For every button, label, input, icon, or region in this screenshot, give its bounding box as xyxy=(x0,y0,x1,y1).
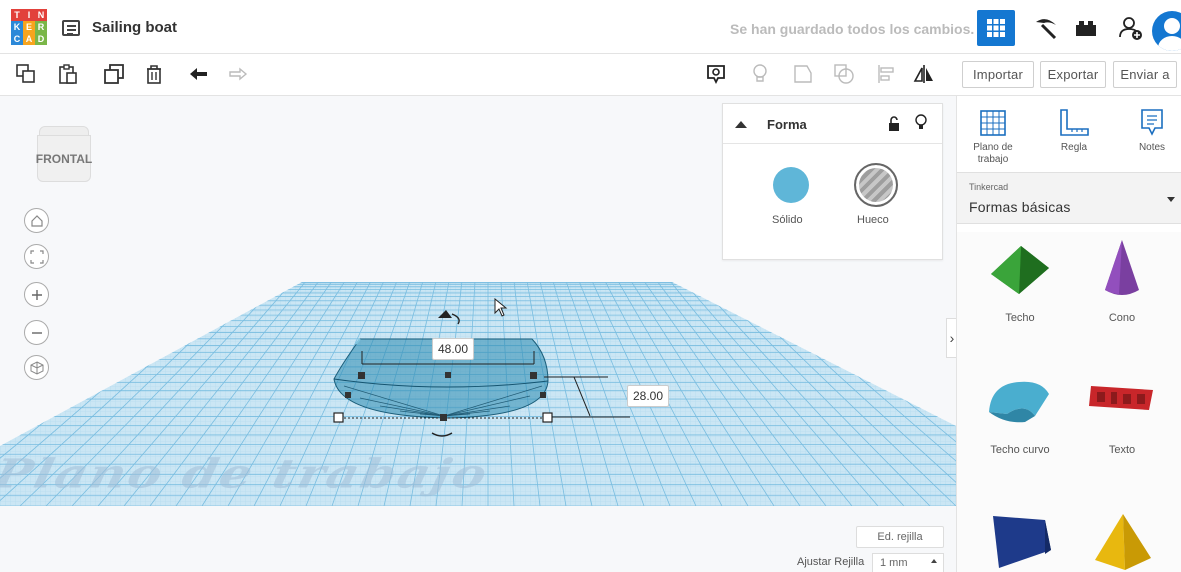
logo-letter: R xyxy=(35,21,47,33)
caret-up-icon xyxy=(931,559,937,563)
box-shape-icon xyxy=(993,516,1051,568)
width-dimension-field[interactable]: 48.00 xyxy=(432,338,474,360)
hole-label: Hueco xyxy=(857,214,889,226)
user-add-icon[interactable] xyxy=(1112,10,1150,46)
notes-tool-label: Notes xyxy=(1138,142,1166,153)
ruler-tool[interactable]: Regla xyxy=(1046,108,1102,154)
collapse-caret-icon[interactable] xyxy=(735,121,747,128)
workplane-icon xyxy=(980,110,1006,136)
shape-label: Texto xyxy=(1108,444,1136,456)
workplane-tool[interactable]: Plano de trabajo xyxy=(965,108,1021,166)
notes-toggle-icon[interactable] xyxy=(704,62,728,86)
ungroup-icon[interactable] xyxy=(832,62,856,86)
shape-text[interactable]: Texto xyxy=(1072,372,1172,456)
ruler-tool-label: Regla xyxy=(1060,142,1088,153)
shape-label: Techo curvo xyxy=(990,444,1050,456)
height-dimension-field[interactable]: 28.00 xyxy=(627,385,669,407)
delete-icon[interactable] xyxy=(142,62,166,86)
duplicate-icon[interactable] xyxy=(102,62,126,86)
solid-color-swatch[interactable] xyxy=(773,167,809,203)
grid-view-icon[interactable] xyxy=(977,10,1015,46)
fit-view-icon[interactable] xyxy=(24,244,49,269)
notes-tool[interactable]: Notes xyxy=(1124,108,1180,154)
edit-grid-button[interactable]: Ed. rejilla xyxy=(856,526,944,548)
solid-label: Sólido xyxy=(772,214,803,226)
send-to-button[interactable]: Enviar a xyxy=(1113,61,1177,88)
view-cube-face[interactable]: FRONTAL xyxy=(36,135,92,182)
logo-letter: K xyxy=(11,21,23,33)
logo-letter: E xyxy=(23,21,35,33)
shape-library-panel: Plano de trabajo Regla Notes Tinkercad F… xyxy=(956,96,1181,572)
shape-box[interactable] xyxy=(970,510,1070,572)
light-bulb-icon[interactable] xyxy=(748,62,772,86)
edit-toolbar: Importar Exportar Enviar a xyxy=(0,54,1181,96)
zoom-out-icon[interactable] xyxy=(24,320,49,345)
logo-letter: N xyxy=(35,9,47,21)
snap-grid-label: Ajustar Rejilla xyxy=(797,556,865,568)
top-bar: TINKERCAD Sailing boat Se han guardado t… xyxy=(0,0,1181,54)
copy-icon[interactable] xyxy=(14,62,38,86)
chevron-down-icon xyxy=(1167,197,1175,202)
text-shape-icon xyxy=(1089,386,1153,410)
import-button[interactable]: Importar xyxy=(962,61,1034,88)
project-menu-icon[interactable] xyxy=(62,20,80,36)
mirror-icon[interactable] xyxy=(912,62,936,86)
redo-icon[interactable] xyxy=(226,62,250,86)
logo-letter: I xyxy=(23,9,35,21)
cone-shape-icon xyxy=(1105,240,1139,295)
pyramid-shape-icon xyxy=(1095,514,1151,570)
shape-cone[interactable]: Cono xyxy=(1072,238,1172,324)
align-icon[interactable] xyxy=(874,62,898,86)
snap-grid-value: 1 mm xyxy=(880,557,908,569)
shape-label: Cono xyxy=(1108,312,1136,324)
hole-swatch[interactable] xyxy=(854,163,898,207)
collapse-panel-button[interactable]: › xyxy=(946,318,956,358)
library-source: Tinkercad xyxy=(969,182,1009,192)
shape-list: Techo Cono Techo curvo Texto xyxy=(957,232,1181,572)
perspective-icon[interactable] xyxy=(24,355,49,380)
shape-inspector-title: Forma xyxy=(767,117,807,132)
brick-icon[interactable] xyxy=(1067,10,1105,46)
pickaxe-icon[interactable] xyxy=(1027,10,1065,46)
notes-icon xyxy=(1141,109,1163,136)
library-category-select[interactable]: Tinkercad Formas básicas xyxy=(957,172,1181,224)
snap-grid-select[interactable]: 1 mm xyxy=(872,553,944,572)
workplane-label: Plano de trabajo xyxy=(0,450,493,498)
undo-icon[interactable] xyxy=(186,62,210,86)
shape-curved-roof[interactable]: Techo curvo xyxy=(970,372,1070,456)
project-title[interactable]: Sailing boat xyxy=(92,19,177,36)
logo-letter: T xyxy=(11,9,23,21)
lock-icon[interactable] xyxy=(887,115,901,133)
logo-letter: A xyxy=(23,33,35,45)
avatar[interactable] xyxy=(1152,11,1181,51)
light-bulb-icon[interactable] xyxy=(914,114,928,132)
save-status: Se han guardado todos los cambios. xyxy=(730,21,975,37)
view-cube[interactable]: FRONTAL xyxy=(36,126,92,184)
group-icon[interactable] xyxy=(791,62,815,86)
logo-letter: C xyxy=(11,33,23,45)
ruler-icon xyxy=(1060,109,1089,136)
tinkercad-logo[interactable]: TINKERCAD xyxy=(11,9,47,45)
shape-inspector-header[interactable]: Forma xyxy=(723,104,942,144)
paste-icon[interactable] xyxy=(56,62,80,86)
zoom-in-icon[interactable] xyxy=(24,282,49,307)
home-view-icon[interactable] xyxy=(24,208,49,233)
library-category: Formas básicas xyxy=(969,199,1071,215)
shape-roof[interactable]: Techo xyxy=(970,238,1070,324)
mouse-cursor-icon xyxy=(494,298,508,317)
shape-inspector: Forma Sólido Hueco xyxy=(722,103,943,260)
shape-label: Techo xyxy=(1005,312,1035,324)
logo-letter: D xyxy=(35,33,47,45)
workplane-tool-label: Plano de trabajo xyxy=(973,142,1013,165)
tinkercad-editor: TINKERCAD Sailing boat Se han guardado t… xyxy=(0,0,1181,572)
roof-shape-icon xyxy=(991,246,1049,294)
export-button[interactable]: Exportar xyxy=(1040,61,1106,88)
curved-roof-shape-icon xyxy=(989,381,1049,423)
shape-pyramid[interactable] xyxy=(1072,510,1172,572)
